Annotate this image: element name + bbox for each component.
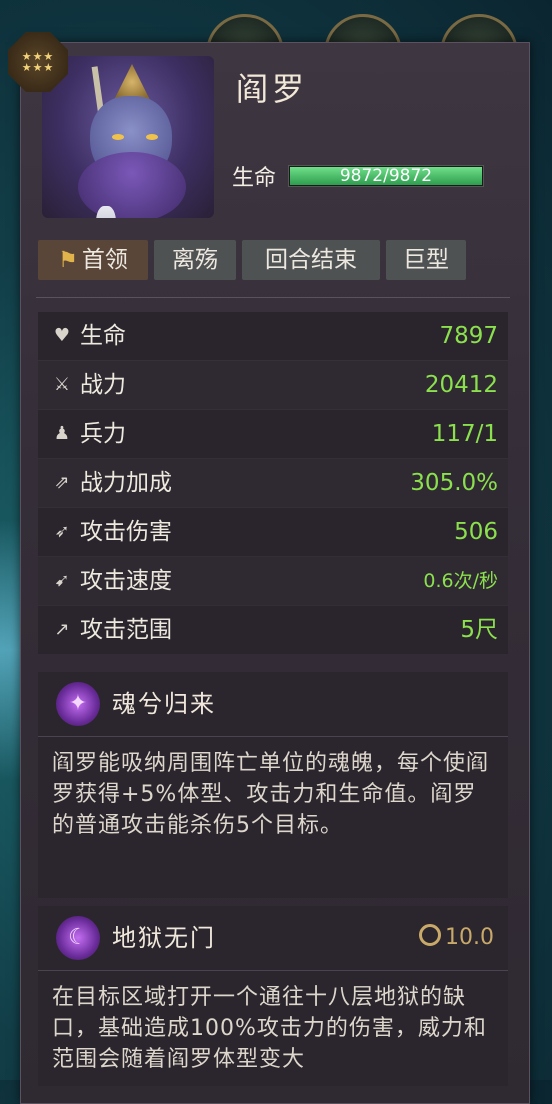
stat-value: 506: [454, 519, 498, 545]
tag-leader[interactable]: ⚑ 首领: [38, 240, 148, 280]
stat-row-power: ⚔ 战力 20412: [38, 361, 508, 409]
eye-graphic: [112, 134, 124, 140]
divider: [36, 297, 510, 298]
tag-label: 巨型: [403, 247, 449, 273]
swords-icon: ⚔: [53, 374, 71, 395]
soldier-icon: ♟: [53, 423, 71, 444]
stat-value: 7897: [439, 323, 498, 349]
star-rank-badge: ★★★ ★★★: [8, 32, 68, 92]
stat-label: 战力: [80, 372, 126, 398]
attack-range-icon: ↗: [54, 619, 70, 640]
skill-name: 地狱无门: [112, 924, 216, 952]
tag-label: 离殇: [172, 247, 218, 273]
star-icon: ★★★ ★★★: [21, 50, 55, 74]
stat-value: 0.6次/秒: [423, 570, 498, 592]
stat-row-power-boost: ⇗ 战力加成 305.0%: [38, 459, 508, 507]
stat-row-hp: ♥ 生命 7897: [38, 312, 508, 360]
stat-value: 5尺: [460, 617, 498, 643]
skill-header: ✦ 魂兮归来: [38, 672, 508, 736]
stat-label: 攻击伤害: [80, 519, 172, 545]
stat-label: 战力加成: [80, 470, 172, 496]
tag-label: 回合结束: [265, 247, 357, 273]
skill-description: 在目标区域打开一个通往十八层地狱的缺口，基础造成100%攻击力的伤害，威力和范围…: [52, 985, 487, 1072]
hell-gate-skill-icon: ☾: [56, 916, 100, 960]
power-boost-icon: ⇗: [54, 472, 70, 493]
clock-icon: [419, 924, 442, 946]
divider: [38, 736, 508, 737]
stat-label: 攻击范围: [80, 617, 172, 643]
skill-cooldown: 10.0: [419, 906, 494, 970]
stat-row-attack-damage: ➶ 攻击伤害 506: [38, 508, 508, 556]
stat-value: 20412: [424, 372, 498, 398]
stat-row-troops: ♟ 兵力 117/1: [38, 410, 508, 458]
crown-graphic: [114, 64, 150, 100]
stat-value: 117/1: [431, 421, 498, 447]
soul-skill-icon: ✦: [56, 682, 100, 726]
heart-icon: ♥: [53, 325, 71, 346]
hp-label: 生命: [232, 166, 277, 191]
tag-lishang[interactable]: 离殇: [154, 240, 236, 280]
hp-bar: 9872/9872: [288, 165, 484, 187]
skill-name: 魂兮归来: [112, 690, 216, 718]
stat-row-attack-speed: ➹ 攻击速度 0.6次/秒: [38, 557, 508, 605]
beard-graphic: [78, 152, 186, 218]
stat-row-attack-range: ↗ 攻击范围 5尺: [38, 606, 508, 654]
attack-speed-icon: ➹: [54, 570, 70, 591]
skill-card[interactable]: ✦ 魂兮归来 阎罗能吸纳周围阵亡单位的魂魄，每个使阎罗获得+5%体型、攻击力和生…: [38, 672, 508, 898]
flag-icon: ⚑: [58, 248, 78, 273]
attack-damage-icon: ➶: [54, 521, 70, 542]
stat-value: 305.0%: [410, 470, 498, 496]
tag-label: 首领: [81, 247, 128, 273]
cooldown-value: 10.0: [445, 925, 494, 950]
eye-graphic: [146, 134, 158, 140]
unit-name: 阎罗: [236, 70, 309, 108]
skill-description: 阎罗能吸纳周围阵亡单位的魂魄，每个使阎罗获得+5%体型、攻击力和生命值。阎罗的普…: [52, 751, 490, 838]
unit-portrait: [42, 56, 214, 218]
skill-header: ☾ 地狱无门 10.0: [38, 906, 508, 970]
stat-label: 生命: [80, 323, 126, 349]
hp-value: 9872/9872: [339, 166, 433, 186]
divider: [38, 970, 508, 971]
tag-giant[interactable]: 巨型: [386, 240, 466, 280]
tag-round-end[interactable]: 回合结束: [242, 240, 380, 280]
stat-label: 兵力: [80, 421, 126, 447]
skill-card[interactable]: ☾ 地狱无门 10.0 在目标区域打开一个通往十八层地狱的缺口，基础造成100%…: [38, 906, 508, 1086]
stat-label: 攻击速度: [80, 568, 172, 594]
